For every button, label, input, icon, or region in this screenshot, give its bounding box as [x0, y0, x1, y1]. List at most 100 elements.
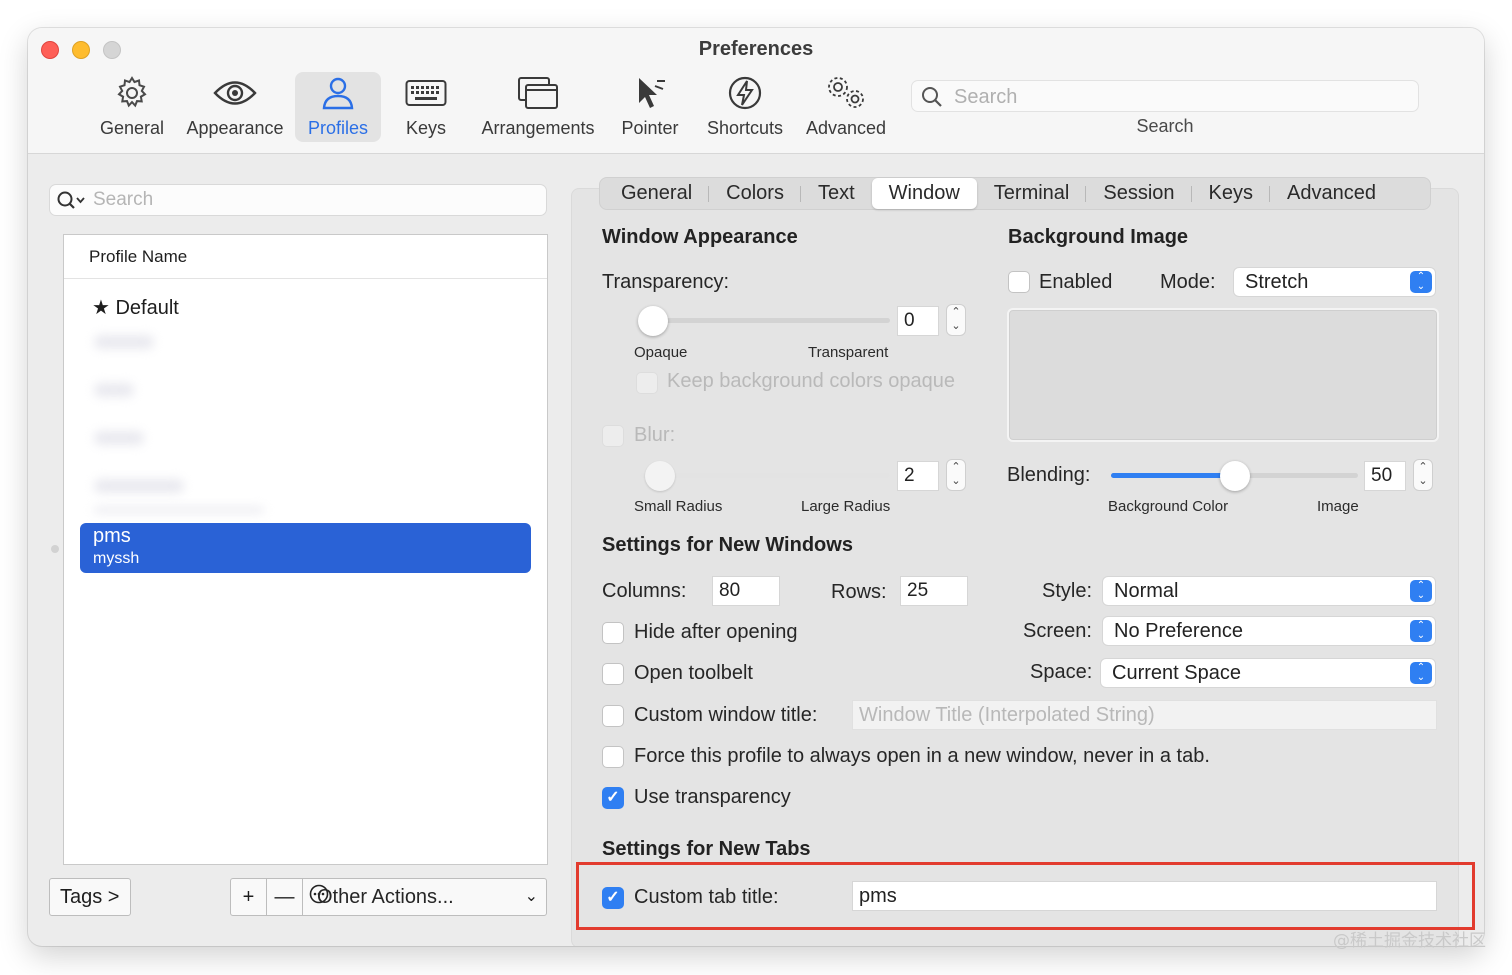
- other-actions-label: Other Actions...: [317, 885, 454, 908]
- transparent-label: Transparent: [808, 344, 889, 361]
- blending-label: Blending:: [1007, 464, 1091, 486]
- keep-bg-opaque-checkbox[interactable]: [636, 372, 658, 394]
- columns-label: Columns:: [602, 580, 687, 602]
- new-tabs-heading: Settings for New Tabs: [602, 838, 811, 860]
- select-arrows-icon: ⌃ ⌄: [1410, 271, 1432, 293]
- opaque-label: Opaque: [634, 344, 688, 361]
- selected-profile-name: pms: [93, 525, 131, 547]
- blur-slider-knob[interactable]: [644, 461, 675, 491]
- blending-slider-knob[interactable]: [1219, 461, 1250, 491]
- tab-terminal[interactable]: Terminal: [977, 178, 1087, 209]
- blur-checkbox[interactable]: [602, 425, 624, 447]
- rows-label: Rows:: [831, 581, 887, 603]
- blurred-profile-item[interactable]: [94, 431, 144, 445]
- toolbar-arrangements[interactable]: Arrangements: [478, 72, 598, 142]
- tab-general[interactable]: General: [604, 178, 710, 209]
- transparency-stepper[interactable]: ⌃ ⌄: [946, 304, 966, 336]
- mode-label: Mode:: [1160, 271, 1216, 293]
- style-label: Style:: [1042, 580, 1093, 602]
- toolbar-search-label: Search: [1136, 116, 1194, 136]
- bg-image-enabled-checkbox[interactable]: [1008, 271, 1030, 293]
- tab-text[interactable]: Text: [801, 178, 872, 209]
- screen-label: Screen:: [1023, 620, 1092, 642]
- force-new-window-label: Force this profile to always open in a n…: [634, 745, 1210, 767]
- keep-bg-opaque-label: Keep background colors opaque: [667, 370, 955, 392]
- toolbar-search-field[interactable]: Search: [911, 80, 1419, 112]
- windows-icon: [517, 72, 559, 114]
- rows-field[interactable]: 25: [900, 576, 968, 606]
- background-image-heading: Background Image: [1008, 226, 1189, 248]
- screen-select[interactable]: No Preference ⌃ ⌄: [1102, 616, 1436, 646]
- tab-colors[interactable]: Colors: [709, 178, 801, 209]
- profile-item-selected[interactable]: pms myssh: [80, 523, 531, 573]
- eye-icon: [213, 72, 257, 114]
- custom-window-title-checkbox[interactable]: [602, 705, 624, 727]
- tags-button[interactable]: Tags >: [49, 878, 131, 916]
- toolbar: Preferences General Appearance Profiles …: [28, 28, 1484, 154]
- add-profile-button[interactable]: +: [230, 878, 267, 916]
- toolbar-profiles[interactable]: Profiles: [295, 72, 381, 142]
- transparency-value-field[interactable]: 0: [897, 306, 939, 336]
- tab-session[interactable]: Session: [1086, 178, 1192, 209]
- remove-profile-button[interactable]: —: [266, 878, 303, 916]
- toolbar-general[interactable]: General: [96, 72, 168, 142]
- mode-select-value: Stretch: [1245, 271, 1309, 293]
- tab-keys[interactable]: Keys: [1192, 178, 1271, 209]
- blurred-profile-item[interactable]: [94, 335, 154, 349]
- selected-profile-tag: myssh: [93, 550, 140, 567]
- hide-after-opening-checkbox[interactable]: [602, 622, 624, 644]
- screen-select-value: No Preference: [1114, 620, 1243, 642]
- custom-window-title-label: Custom window title:: [634, 704, 818, 726]
- toolbar-advanced[interactable]: Advanced: [804, 72, 888, 142]
- annotation-highlight-box: [576, 862, 1475, 930]
- pointer-icon: [633, 72, 667, 114]
- chevron-down-icon: ⌄: [524, 888, 538, 905]
- toolbar-shortcuts[interactable]: Shortcuts: [702, 72, 788, 142]
- toolbar-appearance-label: Appearance: [186, 118, 284, 138]
- window-title-field[interactable]: Window Title (Interpolated String): [852, 700, 1437, 730]
- open-toolbelt-checkbox[interactable]: [602, 663, 624, 685]
- background-image-well[interactable]: [1007, 308, 1439, 442]
- blending-stepper[interactable]: ⌃ ⌄: [1413, 459, 1433, 491]
- profile-search-field[interactable]: Search: [49, 184, 547, 216]
- transparency-slider-knob[interactable]: [638, 306, 668, 336]
- select-arrows-icon: ⌃ ⌄: [1410, 580, 1432, 602]
- window-title: Preferences: [698, 38, 814, 60]
- force-new-window-checkbox[interactable]: [602, 746, 624, 768]
- blur-stepper[interactable]: ⌃ ⌄: [946, 459, 966, 491]
- blurred-profile-item[interactable]: [94, 479, 184, 493]
- profile-item-default[interactable]: ★ Default: [92, 295, 179, 320]
- tab-advanced[interactable]: Advanced: [1270, 178, 1393, 209]
- blur-label: Blur:: [634, 424, 676, 446]
- toolbar-keys-label: Keys: [405, 118, 447, 138]
- toolbar-advanced-label: Advanced: [805, 118, 887, 138]
- toolbar-general-label: General: [99, 118, 165, 138]
- blur-slider[interactable]: [640, 473, 890, 478]
- background-color-label: Background Color: [1108, 498, 1229, 515]
- other-actions-button[interactable]: Other Actions... ⌄: [302, 878, 547, 916]
- search-icon: [921, 86, 943, 113]
- space-select[interactable]: Current Space ⌃ ⌄: [1100, 658, 1436, 688]
- toolbar-search-placeholder: Search: [954, 86, 1018, 108]
- new-windows-heading: Settings for New Windows: [602, 534, 853, 556]
- use-transparency-checkbox[interactable]: ✓: [602, 787, 624, 809]
- hide-after-opening-label: Hide after opening: [634, 621, 798, 643]
- bolt-icon: [727, 72, 763, 114]
- blending-value-field[interactable]: 50: [1364, 461, 1406, 491]
- blurred-profile-item[interactable]: [94, 383, 134, 397]
- columns-field[interactable]: 80: [712, 576, 780, 606]
- toolbar-keys[interactable]: Keys: [396, 72, 456, 142]
- toolbar-shortcuts-label: Shortcuts: [706, 118, 784, 138]
- tab-window[interactable]: Window: [871, 178, 977, 209]
- profile-name-column-header[interactable]: Profile Name: [64, 235, 547, 279]
- search-options-icon[interactable]: [56, 190, 88, 217]
- profile-name-header-label: Profile Name: [89, 247, 188, 266]
- toolbar-pointer[interactable]: Pointer: [618, 72, 682, 142]
- profile-search-placeholder: Search: [93, 189, 154, 210]
- mode-select[interactable]: Stretch ⌃ ⌄: [1233, 267, 1436, 297]
- transparency-slider[interactable]: [640, 318, 890, 323]
- blur-value-field[interactable]: 2: [897, 461, 939, 491]
- toolbar-appearance[interactable]: Appearance: [184, 72, 286, 142]
- style-select[interactable]: Normal ⌃ ⌄: [1102, 576, 1436, 606]
- profile-list[interactable]: Profile Name ★ Default pms myssh: [63, 234, 548, 865]
